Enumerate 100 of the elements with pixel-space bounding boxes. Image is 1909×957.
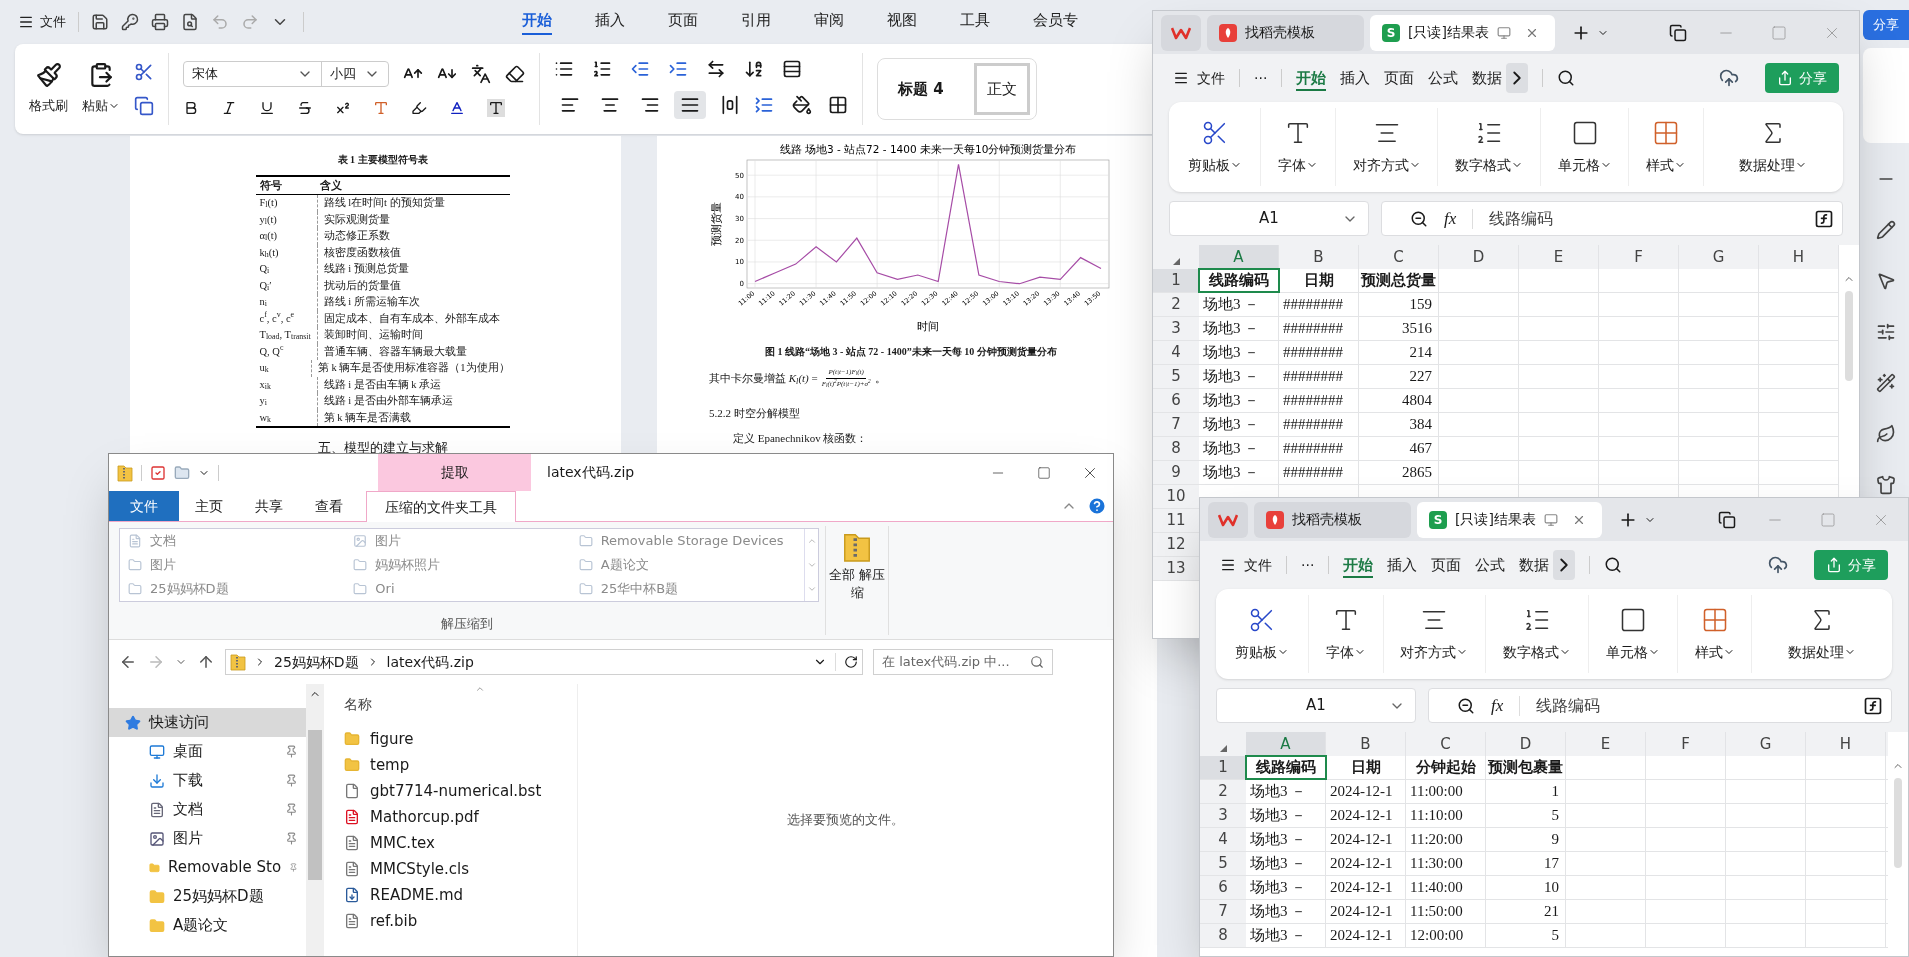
row-header[interactable]: 6	[1200, 876, 1246, 899]
nav-item[interactable]: 25妈妈杯D题	[109, 882, 306, 911]
paintbrush-icon[interactable]	[35, 62, 62, 89]
nav-item[interactable]: A题论文	[109, 911, 306, 940]
column-header[interactable]: G	[1679, 245, 1759, 269]
column-header[interactable]: C	[1359, 245, 1439, 269]
row-header[interactable]: 12	[1153, 533, 1199, 556]
zoom-icon[interactable]	[1457, 696, 1475, 715]
location-item[interactable]: A题论文	[578, 554, 804, 576]
numbered-list-icon[interactable]	[592, 59, 612, 79]
align-icon[interactable]	[680, 95, 700, 115]
ribbon-tab[interactable]: 开始	[522, 8, 552, 36]
style-option[interactable]: 正文	[973, 62, 1030, 116]
star-icon[interactable]	[125, 714, 141, 731]
location-item[interactable]: 图片	[353, 530, 579, 552]
style-option[interactable]: 标题 4	[898, 77, 944, 101]
highlighter-icon[interactable]	[411, 100, 427, 116]
menu-icon[interactable]	[1220, 557, 1236, 573]
row-header[interactable]: 10	[1153, 485, 1199, 508]
refresh-icon[interactable]	[844, 655, 858, 669]
column-header[interactable]: E	[1519, 245, 1599, 269]
line-spacing-icon[interactable]	[754, 95, 774, 115]
share-icon[interactable]	[1777, 70, 1793, 86]
row-header[interactable]: 6	[1153, 389, 1199, 412]
row-header[interactable]: 11	[1153, 509, 1199, 532]
function-box-icon[interactable]	[1863, 695, 1883, 716]
app-logo-button[interactable]	[1208, 501, 1248, 538]
ribbon-group-button[interactable]: 对齐方式	[1383, 595, 1487, 673]
file-item[interactable]: figure	[344, 726, 577, 752]
clipboard-icon[interactable]	[88, 62, 114, 89]
print-icon[interactable]	[151, 13, 169, 31]
ribbon-group-button[interactable]: 剪贴板	[1169, 108, 1262, 186]
increase-indent-icon[interactable]	[668, 59, 688, 79]
desktop-icon[interactable]	[149, 743, 165, 760]
pin-icon[interactable]	[285, 803, 298, 816]
document-tab[interactable]: 找稻壳模板	[1207, 14, 1364, 51]
monitor-icon[interactable]	[1543, 512, 1558, 527]
copy-icon[interactable]	[134, 96, 154, 116]
up-icon[interactable]	[197, 653, 215, 671]
text-direction-icon[interactable]	[706, 59, 726, 79]
column-header[interactable]: B	[1279, 245, 1359, 269]
location-item[interactable]: 妈妈杯照片	[353, 554, 579, 576]
location-item[interactable]: 25妈妈杯D题	[128, 578, 354, 600]
search-field[interactable]: 在 latex代码.zip 中...	[873, 649, 1053, 675]
row-header[interactable]: 1	[1153, 269, 1199, 292]
column-header[interactable]: A	[1199, 245, 1279, 269]
ribbon-tab[interactable]: 数据	[1519, 553, 1550, 577]
sort-icon[interactable]	[744, 59, 764, 79]
column-header[interactable]: B	[1326, 732, 1406, 756]
scrollbar-thumb[interactable]	[1894, 778, 1902, 868]
column-header[interactable]: D	[1439, 245, 1519, 269]
file-item[interactable]: MMCStyle.cls	[344, 856, 577, 882]
location-item[interactable]: 文档	[128, 530, 354, 552]
document-icon[interactable]	[149, 801, 165, 818]
scissors-icon[interactable]	[134, 62, 154, 82]
row-header[interactable]: 3	[1200, 804, 1246, 827]
search-icon[interactable]	[1557, 69, 1576, 87]
checkbox-icon[interactable]	[150, 464, 166, 481]
function-box-icon[interactable]	[1814, 208, 1834, 229]
ribbon-tab[interactable]: 主页	[179, 491, 239, 521]
nav-item[interactable]: 下载	[109, 766, 306, 795]
ribbon-tab[interactable]: 公式	[1475, 553, 1506, 577]
file-item[interactable]: gbt7714-numerical.bst	[344, 778, 577, 804]
monitor-icon[interactable]	[1496, 25, 1511, 40]
column-header[interactable]: A	[1246, 732, 1326, 756]
decrease-indent-icon[interactable]	[630, 59, 650, 79]
row-header[interactable]: 4	[1200, 828, 1246, 851]
ribbon-group-button[interactable]: 样式	[1629, 108, 1704, 186]
ribbon-tab[interactable]: 页面	[668, 8, 698, 36]
address-bar[interactable]: 25妈妈杯D题 latex代码.zip	[225, 649, 863, 675]
column-header[interactable]: H	[1806, 732, 1886, 756]
zoom-icon[interactable]	[1410, 209, 1428, 228]
row-header[interactable]: 8	[1153, 437, 1199, 460]
row-header[interactable]: 7	[1153, 413, 1199, 436]
bullet-list-icon[interactable]	[554, 59, 574, 79]
column-header[interactable]: F	[1646, 732, 1726, 756]
menu-icon[interactable]	[1173, 70, 1189, 86]
pin-icon[interactable]	[285, 832, 298, 845]
row-header[interactable]: 1	[1200, 756, 1246, 779]
search-icon[interactable]	[1604, 556, 1623, 574]
table-lines-icon[interactable]	[782, 59, 802, 79]
ribbon-group-button[interactable]: 字体	[1261, 108, 1336, 186]
back-icon[interactable]	[119, 653, 137, 671]
more-button[interactable]: ···	[1254, 67, 1268, 89]
document-tab[interactable]: S [只读]结果表	[1370, 14, 1555, 51]
ribbon-tab[interactable]: 开始	[1343, 551, 1374, 579]
row-header[interactable]: 2	[1153, 293, 1199, 316]
picture-icon[interactable]	[149, 830, 165, 847]
paste-button[interactable]: 粘贴	[82, 62, 120, 116]
menu-icon[interactable]	[18, 14, 34, 30]
align-icon[interactable]	[640, 95, 660, 115]
column-header[interactable]: C	[1406, 732, 1486, 756]
phonetic-guide-icon[interactable]	[471, 64, 491, 84]
ribbon-tab[interactable]: 工具	[960, 8, 990, 36]
nav-item[interactable]: 文档	[109, 795, 306, 824]
eraser-icon[interactable]	[505, 64, 525, 84]
row-header[interactable]: 7	[1200, 900, 1246, 923]
ribbon-tab[interactable]: 视图	[887, 8, 917, 36]
column-header[interactable]: G	[1726, 732, 1806, 756]
ribbon-tab[interactable]: 插入	[595, 8, 625, 36]
